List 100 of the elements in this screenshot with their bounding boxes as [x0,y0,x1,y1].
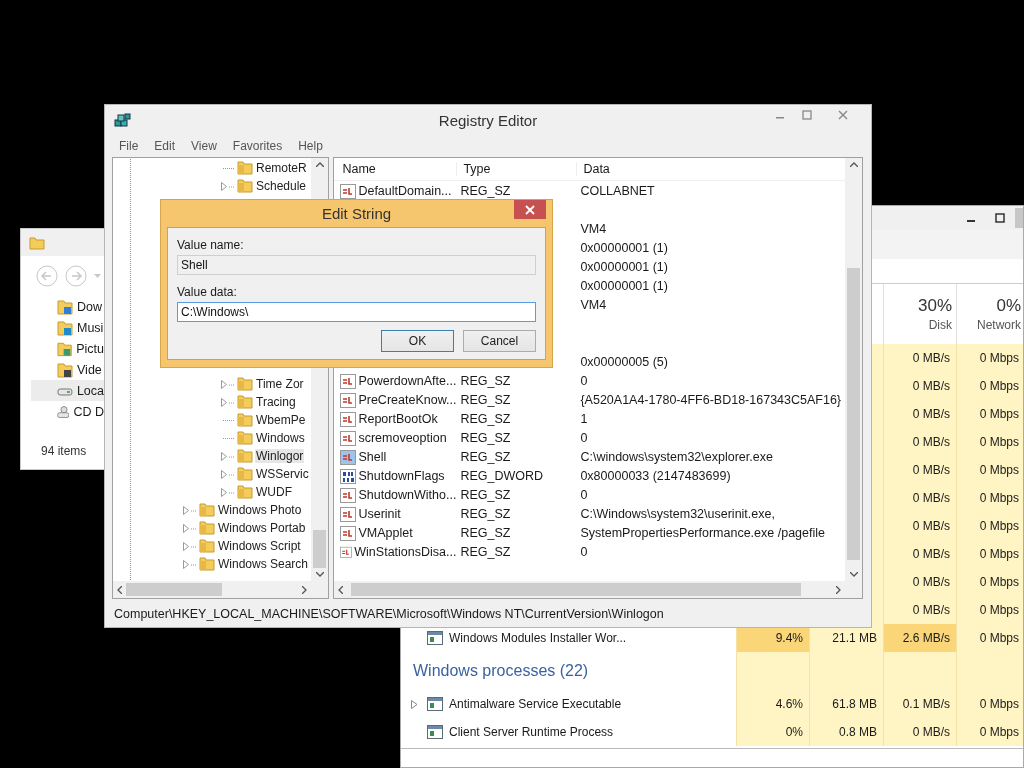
group-heading: Windows processes (22) [412,662,589,680]
table-cell: 0.1 MB/s [883,690,956,718]
table-cell: 0 Mbps [956,484,1023,512]
value-data: C:\windows\system32\explorer.exe [580,449,773,464]
table-cell: 2.6 MB/s [883,624,956,652]
table-cell: 0 MB/s [883,596,956,624]
value-type: REG_DWORD [460,468,544,483]
value-data: VM4 [580,221,607,236]
value-name: ShutdownFlags [358,468,445,483]
tree-item[interactable]: Schedule [255,179,308,193]
tree-item[interactable]: WbemPe [255,413,307,427]
value-data: C:\Windows\system32\userinit.exe, [580,506,775,521]
table-cell: 0 Mbps [956,512,1023,540]
dialog-button[interactable]: Cancel [463,330,536,352]
table-cell: 0 Mbps [956,540,1023,568]
value-type: REG_SZ [460,411,511,426]
value-data: COLLABNET [580,183,655,198]
value-data: VM4 [580,297,607,312]
table-cell: 0 MB/s [883,428,956,456]
value-name: ShutdownWitho... [358,487,457,502]
table-cell: 0 MB/s [883,344,956,372]
table-cell: 0 Mbps [956,596,1023,624]
value-type: REG_SZ [460,392,511,407]
table-cell: 0 MB/s [883,718,956,746]
table-cell: 0 MB/s [883,456,956,484]
table-cell: 0 Mbps [956,568,1023,596]
value-type: REG_SZ [460,544,511,559]
value-name: PowerdownAfte... [358,373,457,388]
value-type: REG_SZ [460,373,511,388]
status-text: Computer\HKEY_LOCAL_MACHINE\SOFTWARE\Microsoft\Windows NT\CurrentVersion\Winlogon [113,606,664,623]
tree-item[interactable]: Tracing [255,395,297,409]
navigation-item[interactable]: Loca [31,380,104,401]
value-data: 0x00000005 (5) [580,354,668,369]
table-cell: 0 Mbps [956,400,1023,428]
field-label: Value name: [177,238,245,254]
table-cell: 61.8 MB [809,690,883,718]
menu-item[interactable]: Help [290,138,331,153]
value-name: PreCreateKnow... [358,392,457,407]
tree-item[interactable]: WSServic [255,467,310,481]
input-field[interactable]: Shell [177,255,536,275]
column-header[interactable]: Name [334,162,457,176]
navigation-item[interactable]: Dow [31,296,104,317]
table-cell: 0 Mbps [956,718,1023,746]
value-name: scremoveoption [358,430,447,445]
table-cell: 0 Mbps [956,456,1023,484]
table-cell: 0 MB/s [883,400,956,428]
process-name: Windows Modules Installer Wor... [449,631,627,645]
value-data: 0x00000001 (1) [580,240,668,255]
process-name: Antimalware Service Executable [449,697,622,711]
table-cell: 0 Mbps [956,344,1023,372]
value-data: 0 [580,544,588,559]
navigation-item[interactable]: Vide [31,359,104,380]
table-cell: 4.6% [736,690,809,718]
value-type: REG_SZ [460,506,511,521]
table-cell: 0 Mbps [956,690,1023,718]
tree-item[interactable]: WUDF [255,485,293,499]
navigation-item[interactable]: Musi [31,317,104,338]
tree-item[interactable]: Windows Photo [217,503,303,517]
status-text: 94 items [40,444,88,460]
value-data: 1 [580,411,588,426]
tree-item[interactable]: RemoteR [255,161,308,175]
menu-item[interactable]: File [111,138,147,153]
table-cell: 0 Mbps [956,428,1023,456]
navigation-item[interactable]: Pictu [31,338,104,359]
table-cell: 0% [736,718,809,746]
window-title: Registry Editor [438,112,538,129]
value-name: DefaultDomain... [358,183,452,198]
table-cell: 0 MB/s [883,372,956,400]
table-cell: 0 MB/s [883,484,956,512]
value-name: Shell [358,449,387,464]
value-name: Userinit [358,506,401,521]
column-header[interactable]: Type [456,162,577,176]
value-data: 0x00000001 (1) [580,278,668,293]
value-data: 0 [580,487,588,502]
table-cell: 0 MB/s [883,512,956,540]
process-name: Client Server Runtime Process [449,725,614,739]
menu-item[interactable]: Favorites [224,138,291,153]
value-type: REG_SZ [460,525,511,540]
table-cell: 0 MB/s [883,540,956,568]
menu-item[interactable]: Edit [146,138,184,153]
menu-item[interactable]: View [183,138,225,153]
tree-item[interactable]: Windows Portab [217,521,307,535]
navigation-item[interactable]: CD D [31,401,104,422]
tree-item[interactable]: Windows Script [217,539,302,553]
input-field[interactable]: C:\Windows\ [177,302,536,322]
value-data: 0x00000001 (1) [580,259,668,274]
tree-item[interactable]: Windows Search [217,557,310,571]
value-data: 0 [580,373,588,388]
dialog-button[interactable]: OK [381,330,454,352]
dialog-title: Edit String [321,205,392,222]
value-type: REG_SZ [460,487,511,502]
value-data: 0x80000033 (2147483699) [580,468,731,483]
tree-item[interactable]: Winlogor [255,449,305,463]
value-data: SystemPropertiesPerformance.exe /pagefile [580,525,825,540]
value-name: VMApplet [358,525,413,540]
tree-item[interactable]: Windows [255,431,306,445]
field-label: Value data: [177,285,238,301]
table-cell: 0 Mbps [956,372,1023,400]
tree-item[interactable]: Time Zor [255,377,305,391]
table-cell: 0 MB/s [883,568,956,596]
